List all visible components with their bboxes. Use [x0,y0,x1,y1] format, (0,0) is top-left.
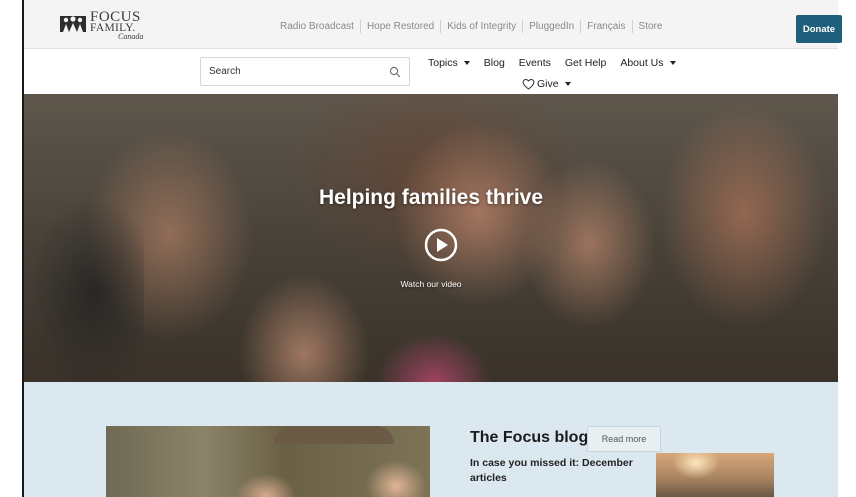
nav-blog[interactable]: Blog [484,57,505,69]
nav-events-label: Events [518,57,551,69]
search-placeholder: Search [209,66,241,77]
top-utility-bar: FOCUS FAMILY. Canada Radio Broadcast Hop… [24,0,838,49]
utility-nav: Radio Broadcast Hope Restored Kids of In… [280,20,668,33]
blog-title: The Focus blog [470,429,589,446]
focus-on-the-family-logo[interactable]: FOCUS FAMILY. Canada [60,10,144,44]
nav-get-help-label: Get Help [564,57,607,69]
blog-section: The Focus blog Read more In case you mis… [24,382,838,497]
nav-give[interactable]: Give [522,78,571,90]
utility-link-radio-broadcast[interactable]: Radio Broadcast [280,20,360,33]
main-navigation-bar: Search Topics Blog Events Get Help About… [24,49,838,94]
play-video-icon[interactable] [424,228,458,262]
chevron-down-icon [564,82,571,86]
utility-link-francais[interactable]: Français [580,20,631,33]
chevron-down-icon [669,61,676,65]
blog-feature-image[interactable] [106,426,430,497]
window-right-margin [838,0,856,497]
nav-blog-label: Blog [483,57,505,69]
search-input[interactable]: Search [200,57,410,86]
utility-link-hope-restored[interactable]: Hope Restored [359,20,440,33]
donate-button[interactable]: Donate [796,15,842,43]
nav-topics[interactable]: Topics [428,57,470,69]
nav-events[interactable]: Events [519,57,551,69]
window-left-border [22,0,24,497]
blog-image-hat [274,426,394,444]
search-icon[interactable] [389,66,401,78]
watch-video-link[interactable]: Watch our video [24,279,838,289]
read-more-button[interactable]: Read more [587,426,661,452]
nav-give-label: Give [537,78,559,90]
utility-link-store[interactable]: Store [631,20,669,33]
heart-icon [522,78,535,90]
logo-country-text: Canada [118,32,144,41]
nav-about-us-label: About Us [620,57,664,69]
hero-title: Helping families thrive [318,186,544,209]
chevron-down-icon [463,61,470,65]
blog-article-thumbnail[interactable] [656,453,774,497]
hero-banner: Helping families thrive Watch our video [24,94,838,382]
family-figures-icon [60,16,86,32]
nav-get-help[interactable]: Get Help [565,57,606,69]
nav-about-us[interactable]: About Us [620,57,676,69]
utility-link-kids-of-integrity[interactable]: Kids of Integrity [440,20,522,33]
blog-article-link[interactable]: In case you missed it: December articles [470,456,650,486]
primary-nav: Topics Blog Events Get Help About Us [428,57,690,69]
utility-link-pluggedin[interactable]: PluggedIn [522,20,580,33]
nav-topics-label: Topics [428,57,458,69]
